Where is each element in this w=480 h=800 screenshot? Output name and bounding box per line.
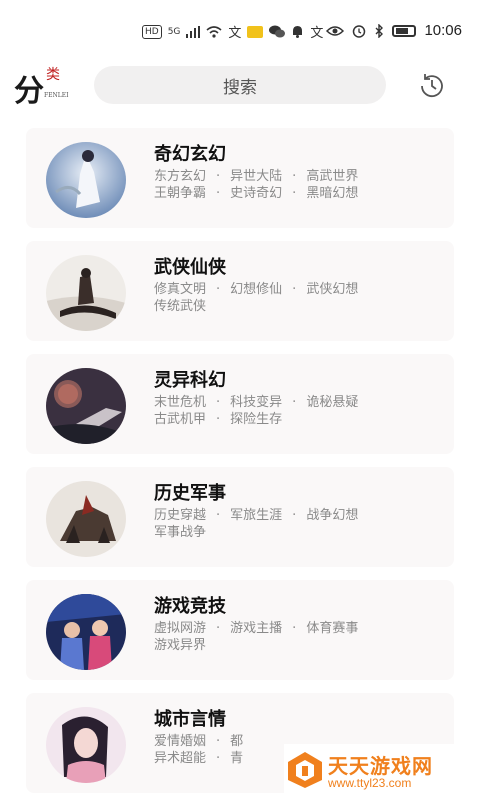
tag[interactable]: 古武机甲 <box>154 411 206 428</box>
tag[interactable]: 王朝争霸 <box>154 185 206 202</box>
clock-time: 10:06 <box>424 22 462 39</box>
battery-icon <box>392 24 417 37</box>
tag[interactable]: 高武世界 <box>306 168 358 185</box>
category-title: 灵异科幻 <box>154 370 226 391</box>
category-tags: 东方玄幻 · 异世大陆 · 高武世界 王朝争霸 · 史诗奇幻 · 黑暗幻想 <box>154 168 359 202</box>
tag[interactable]: 爱情婚姻 <box>154 733 206 750</box>
search-label: 搜索 <box>223 77 257 98</box>
category-tags: 虚拟网游 · 游戏主播 · 体育赛事 游戏异界 <box>154 620 359 654</box>
tag[interactable]: 军旅生涯 <box>230 507 282 524</box>
tag[interactable]: 传统武侠 <box>154 298 206 315</box>
tag[interactable]: 幻想修仙 <box>230 281 282 298</box>
signal-icon: 5G <box>167 26 181 37</box>
tag[interactable]: 修真文明 <box>154 281 206 298</box>
category-title: 奇幻玄幻 <box>154 144 226 165</box>
category-card[interactable]: 历史军事 历史穿越 · 军旅生涯 · 战争幻想 军事战争 <box>26 467 454 567</box>
category-title: 城市言情 <box>154 709 226 730</box>
history-icon[interactable] <box>417 71 447 101</box>
status-right: 10:06 <box>326 22 462 39</box>
top-bar: 分 类 FENLEI 搜索 <box>0 62 480 109</box>
tag[interactable]: 战争幻想 <box>306 507 358 524</box>
category-tags: 历史穿越 · 军旅生涯 · 战争幻想 军事战争 <box>154 507 359 541</box>
status-bar: HD 5G 文 文 10:06 <box>0 0 480 62</box>
tag[interactable]: 异世大陆 <box>230 168 282 185</box>
category-image <box>46 142 126 218</box>
tag[interactable]: 青 <box>230 750 243 767</box>
logo-char: 分 <box>14 74 44 109</box>
watermark: 天天游戏网 www.ttyl23.com <box>284 744 480 800</box>
search-bar[interactable]: 搜索 <box>94 66 386 104</box>
logo-accent: 类 <box>46 67 60 83</box>
watermark-name: 天天游戏网 <box>328 754 433 778</box>
eye-icon <box>326 25 345 36</box>
watermark-logo-icon <box>288 752 322 788</box>
wifi-icon <box>206 25 222 38</box>
category-card[interactable]: 奇幻玄幻 东方玄幻 · 异世大陆 · 高武世界 王朝争霸 · 史诗奇幻 · 黑暗幻想 <box>26 128 454 228</box>
tag[interactable]: 都 <box>230 733 243 750</box>
tag[interactable]: 异术超能 <box>154 750 206 767</box>
logo-subtext: FENLEI <box>44 92 69 99</box>
tag[interactable]: 历史穿越 <box>154 507 206 524</box>
bell-icon <box>293 26 303 38</box>
wechat-icon <box>269 25 286 38</box>
category-title: 游戏竞技 <box>154 596 226 617</box>
mail-icon <box>247 25 264 38</box>
tag[interactable]: 军事战争 <box>154 524 206 541</box>
tag[interactable]: 体育赛事 <box>306 620 358 637</box>
category-image <box>46 594 126 670</box>
tag[interactable]: 科技变异 <box>230 394 282 411</box>
status-left: HD 5G 文 文 <box>142 22 323 41</box>
category-title: 历史军事 <box>154 483 226 504</box>
tag[interactable]: 游戏主播 <box>230 620 282 637</box>
translate-icon-2: 文 <box>310 26 324 41</box>
tag[interactable]: 史诗奇幻 <box>230 185 282 202</box>
category-card[interactable]: 游戏竞技 虚拟网游 · 游戏主播 · 体育赛事 游戏异界 <box>26 580 454 680</box>
category-title: 武侠仙侠 <box>154 257 226 278</box>
category-image <box>46 707 126 783</box>
category-image <box>46 368 126 444</box>
app-logo: 分 类 FENLEI <box>14 64 76 109</box>
category-card[interactable]: 武侠仙侠 修真文明 · 幻想修仙 · 武侠幻想 传统武侠 <box>26 241 454 341</box>
hd-icon: HD <box>142 24 162 39</box>
category-image <box>46 255 126 331</box>
tag[interactable]: 武侠幻想 <box>306 281 358 298</box>
category-tags: 修真文明 · 幻想修仙 · 武侠幻想 传统武侠 <box>154 281 359 315</box>
cell-bars-icon <box>186 25 201 38</box>
category-card[interactable]: 灵异科幻 末世危机 · 科技变异 · 诡秘悬疑 古武机甲 · 探险生存 <box>26 354 454 454</box>
category-tags: 末世危机 · 科技变异 · 诡秘悬疑 古武机甲 · 探险生存 <box>154 394 359 428</box>
alarm-icon <box>353 24 366 38</box>
category-image <box>46 481 126 557</box>
tag[interactable]: 东方玄幻 <box>154 168 206 185</box>
translate-icon: 文 <box>228 26 242 41</box>
watermark-url: www.ttyl23.com <box>328 776 412 790</box>
tag[interactable]: 游戏异界 <box>154 637 206 654</box>
tag[interactable]: 黑暗幻想 <box>306 185 358 202</box>
tag[interactable]: 诡秘悬疑 <box>306 394 358 411</box>
tag[interactable]: 末世危机 <box>154 394 206 411</box>
tag[interactable]: 探险生存 <box>230 411 282 428</box>
bluetooth-icon <box>375 23 384 38</box>
tag[interactable]: 虚拟网游 <box>154 620 206 637</box>
